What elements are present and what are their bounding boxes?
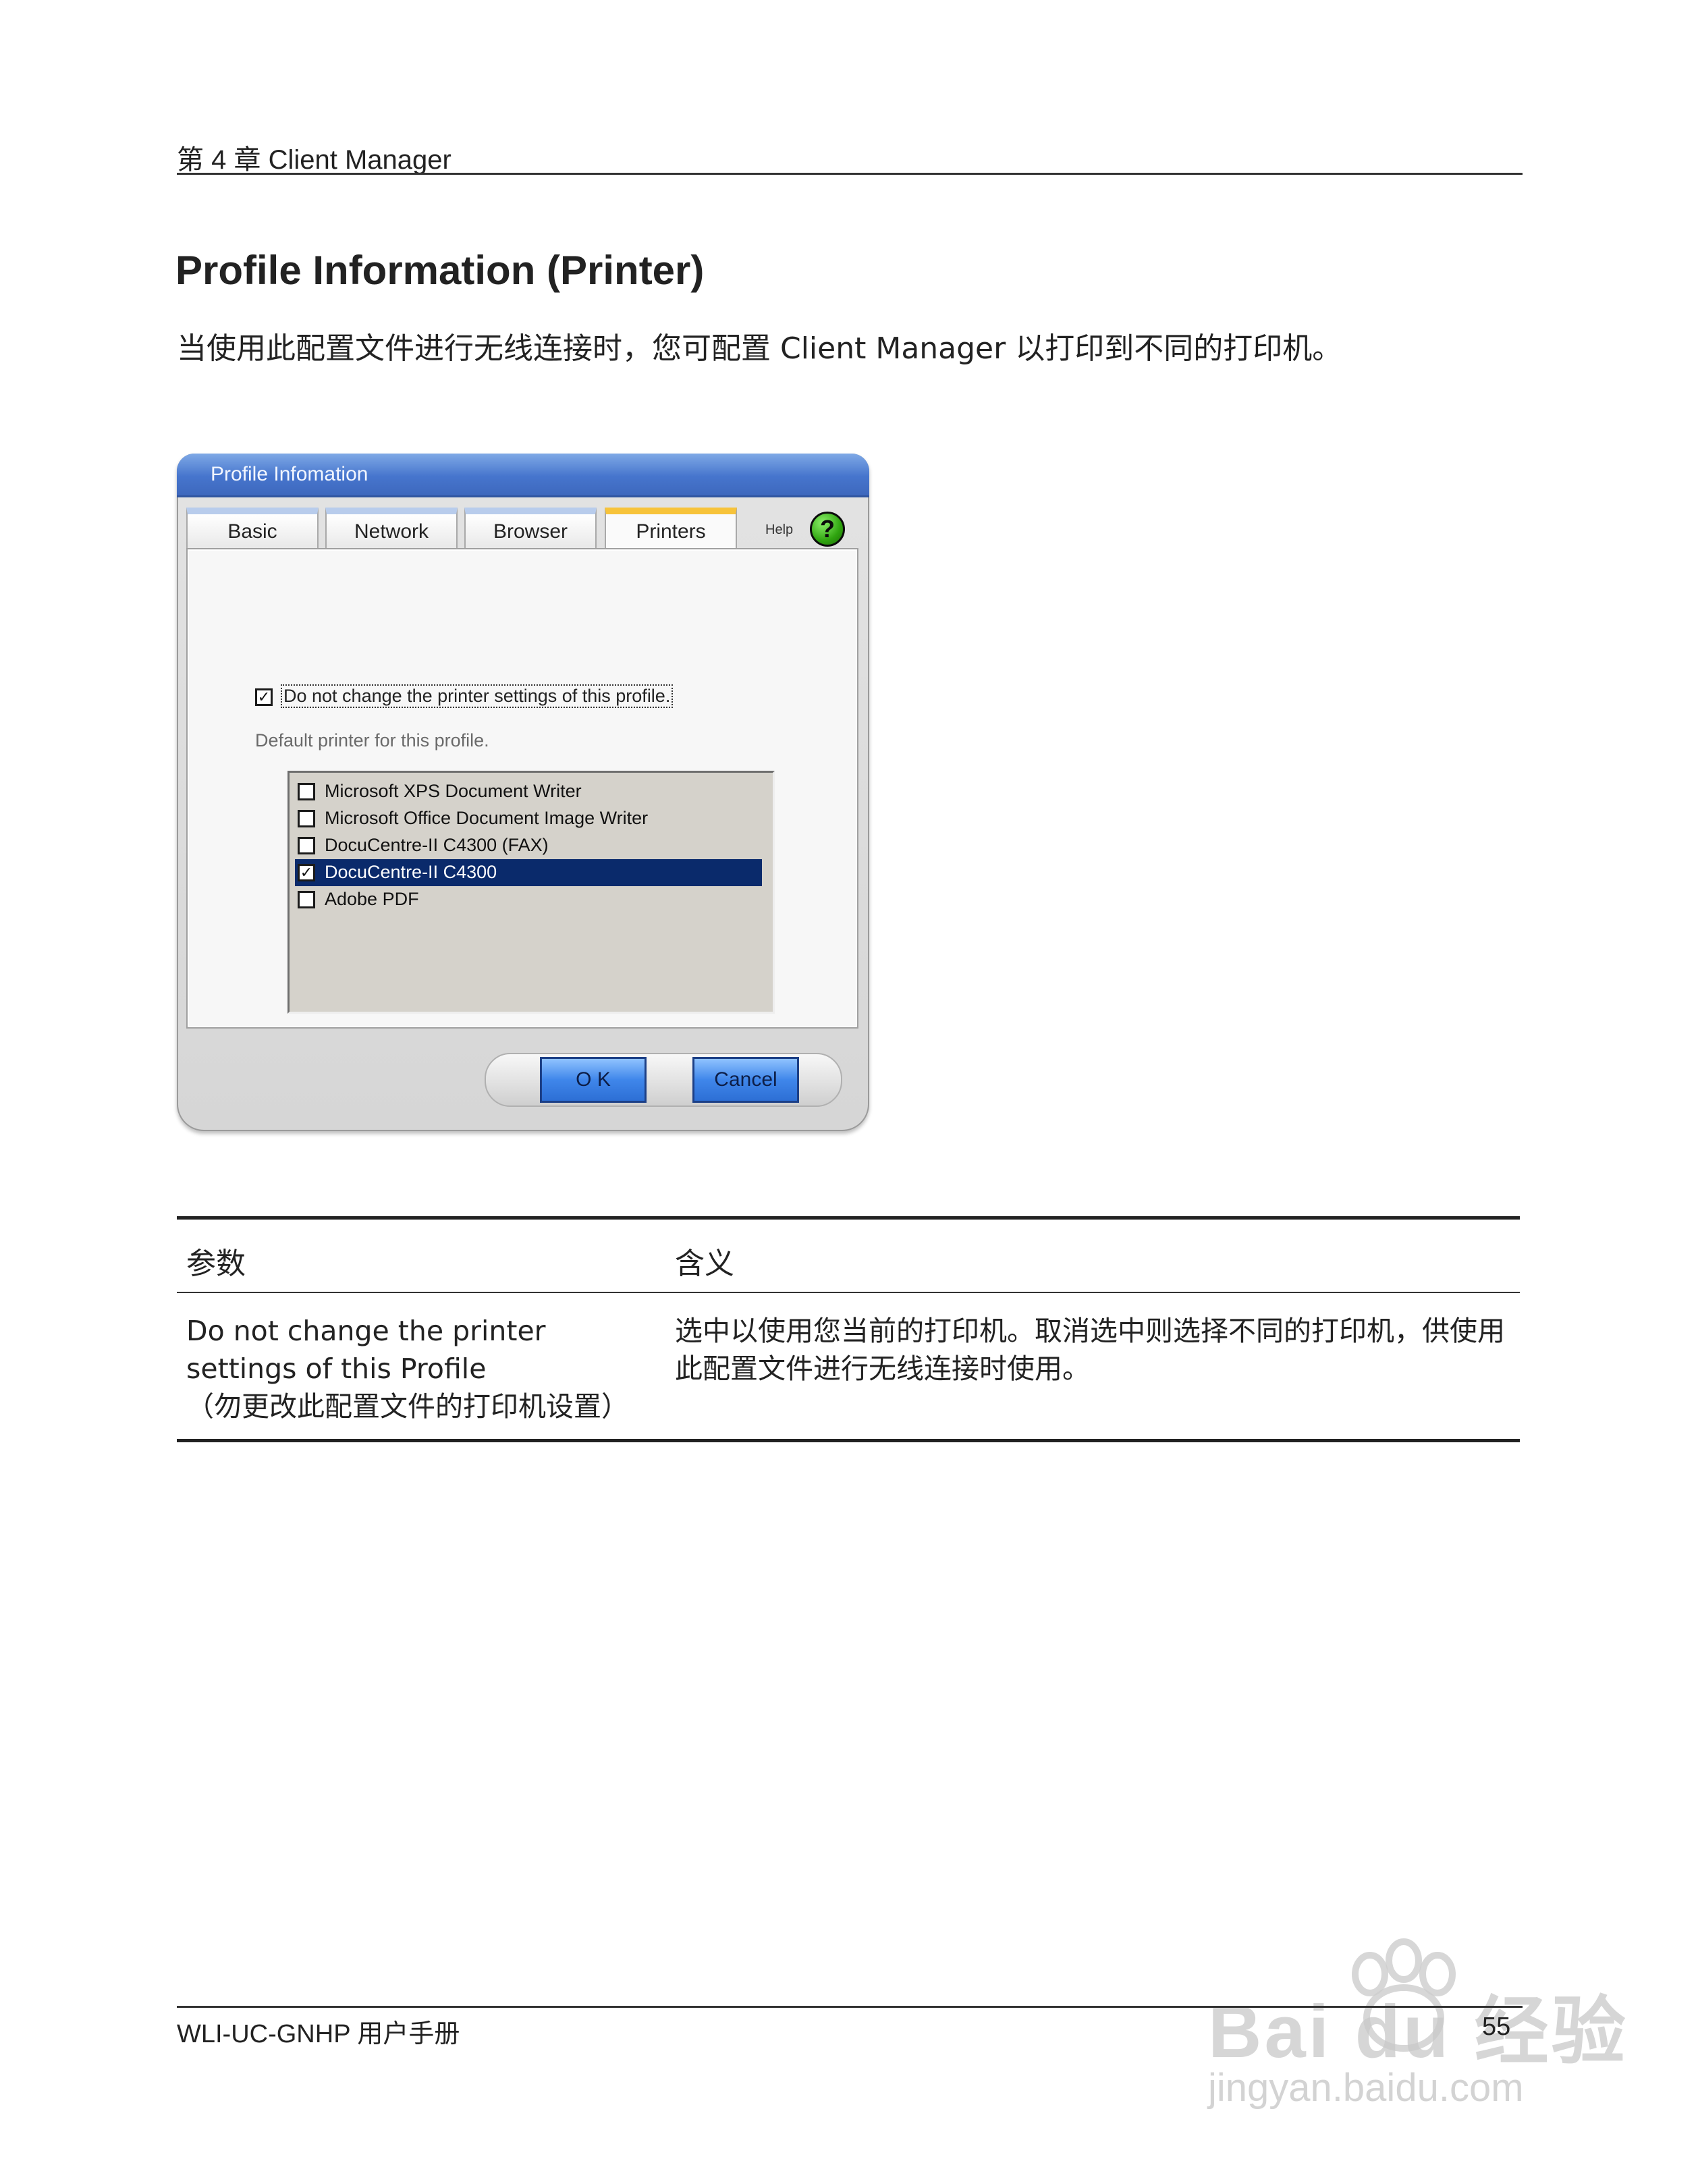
printer-checkbox[interactable] [298, 891, 315, 908]
printer-list[interactable]: Microsoft XPS Document Writer Microsoft … [287, 771, 775, 1014]
intro-text: 当使用此配置文件进行无线连接时，您可配置 Client Manager 以打印到… [177, 331, 1342, 366]
default-printer-label: Default printer for this profile. [255, 730, 489, 750]
printer-item-selected[interactable]: ✓ DocuCentre-II C4300 [295, 859, 762, 886]
footer-manual-name: WLI-UC-GNHP 用户手册 [177, 2020, 460, 2048]
ok-button[interactable]: O K [540, 1057, 647, 1103]
chapter-header: 第 4 章 Client Manager [177, 145, 451, 175]
printer-name: Adobe PDF [325, 889, 419, 909]
help-label: Help [765, 522, 794, 537]
table-header-param: 参数 [186, 1247, 246, 1281]
printer-checkbox[interactable] [298, 810, 315, 827]
cancel-button[interactable]: Cancel [692, 1057, 799, 1103]
printer-checkbox[interactable] [298, 783, 315, 800]
printer-checkbox[interactable] [298, 837, 315, 854]
printer-name: DocuCentre-II C4300 [325, 862, 497, 882]
printer-name: Microsoft Office Document Image Writer [325, 808, 649, 828]
tab-basic[interactable]: Basic [186, 508, 319, 549]
printer-name: DocuCentre-II C4300 (FAX) [325, 835, 549, 855]
tab-printers[interactable]: Printers [605, 508, 737, 553]
do-not-change-checkbox[interactable]: ✓ [255, 688, 273, 706]
table-cell-param: Do not change the printer settings of th… [186, 1312, 659, 1425]
watermark-text: Bai du 经验 [1208, 1990, 1628, 2073]
printer-checkbox[interactable]: ✓ [298, 864, 315, 881]
table-header-meaning: 含义 [675, 1247, 734, 1281]
printer-item[interactable]: Microsoft Office Document Image Writer [295, 805, 762, 832]
dialog-title: Profile Infomation [211, 463, 368, 485]
printers-panel: ✓ Do not change the printer settings of … [186, 548, 858, 1029]
printer-item[interactable]: Microsoft XPS Document Writer [295, 778, 762, 805]
table-cell-meaning: 选中以使用您当前的打印机。取消选中则选择不同的打印机，供使用此配置文件进行无线连… [675, 1315, 1505, 1385]
header-rule [177, 173, 1523, 175]
printer-item[interactable]: Adobe PDF [295, 886, 762, 913]
help-icon[interactable]: ? [810, 512, 845, 547]
printer-item[interactable]: DocuCentre-II C4300 (FAX) [295, 832, 762, 859]
table-header-rule [177, 1292, 1520, 1293]
tab-network[interactable]: Network [325, 508, 458, 549]
section-title: Profile Information (Printer) [175, 248, 705, 293]
profile-dialog: Profile Infomation Basic Network Browser… [177, 454, 869, 1131]
watermark-url: jingyan.baidu.com [1208, 2066, 1524, 2110]
table-bottom-rule [177, 1439, 1520, 1442]
do-not-change-label[interactable]: Do not change the printer settings of th… [281, 684, 674, 708]
footer-rule [177, 2006, 1523, 2008]
param-en: Do not change the printer settings of th… [186, 1315, 546, 1385]
table-top-rule [177, 1216, 1520, 1220]
page-number: 55 [1482, 2013, 1511, 2041]
tab-browser[interactable]: Browser [464, 508, 597, 549]
param-cn: （勿更改此配置文件的打印机设置） [186, 1390, 629, 1423]
printer-name: Microsoft XPS Document Writer [325, 781, 582, 801]
